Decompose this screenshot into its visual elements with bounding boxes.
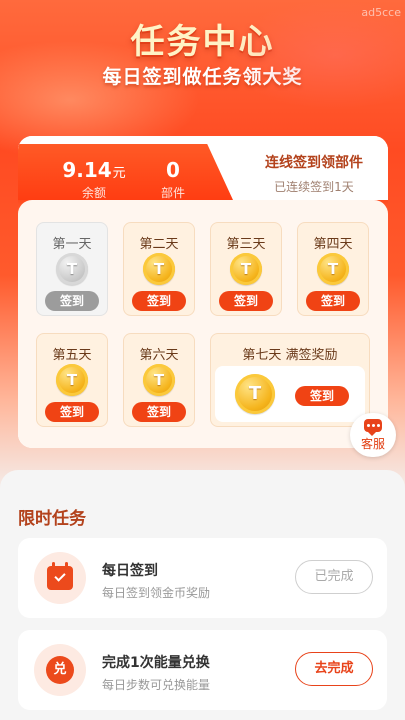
coin-icon: T — [56, 364, 88, 396]
task-desc: 每日签到领金币奖励 — [102, 586, 211, 600]
day-label: 第五天 — [52, 348, 92, 363]
signin-card-header: 9.14元 余额 0 部件 连线签到领部件 已连续签到1天 — [18, 136, 388, 200]
parts-stat: 0 部件 — [148, 158, 198, 200]
day-card-7: 第七天 满签奖励 T 签到 — [210, 333, 370, 427]
signin-button-day-1[interactable]: 签到 — [45, 291, 99, 311]
task-name: 完成1次能量兑换 — [102, 655, 210, 671]
day-card-4: 第四天 T 签到 — [297, 222, 369, 316]
exchange-icon-glyph: 兑 — [46, 656, 74, 684]
day-card-2: 第二天 T 签到 — [123, 222, 195, 316]
page-subtitle: 每日签到做任务领大奖 — [102, 66, 303, 88]
streak-tab[interactable]: 连线签到领部件 已连续签到1天 — [246, 152, 382, 195]
balance-label: 余额 — [81, 186, 106, 200]
coin-icon: T — [230, 253, 262, 285]
day-card-5: 第五天 T 签到 — [36, 333, 108, 427]
signin-grid: 第一天 T 签到 第二天 T 签到 第三天 T 签到 第四天 T 签到 第五天 — [18, 200, 388, 448]
customer-service-label: 客服 — [360, 437, 385, 451]
day-label: 第四天 — [313, 237, 353, 252]
signin-button-day-5[interactable]: 签到 — [45, 402, 99, 422]
tasks-section-title: 限时任务 — [18, 509, 86, 529]
day-label: 第一天 — [52, 237, 92, 252]
signin-card: 9.14元 余额 0 部件 连线签到领部件 已连续签到1天 第一天 T 签到 第… — [18, 136, 388, 448]
day-label: 第六天 — [139, 348, 179, 363]
balance-unit: 元 — [112, 166, 126, 181]
page-title: 任务中心 — [130, 22, 275, 62]
reward-box: T 签到 — [215, 366, 365, 422]
day-card-3: 第三天 T 签到 — [210, 222, 282, 316]
coin-icon: T — [56, 253, 88, 285]
coin-icon: T — [143, 364, 175, 396]
exchange-icon: 兑 — [34, 644, 86, 696]
parts-value: 0 — [166, 158, 180, 182]
streak-status: 已连续签到1天 — [274, 180, 354, 194]
customer-service-button[interactable]: 客服 — [350, 413, 396, 457]
coin-icon: T — [235, 374, 275, 414]
day-label: 第三天 — [226, 237, 266, 252]
task-completed-button[interactable]: 已完成 — [295, 560, 373, 594]
coin-icon: T — [143, 253, 175, 285]
task-name: 每日签到 — [102, 563, 158, 579]
day-label: 第七天 满签奖励 — [242, 348, 338, 363]
task-row-energy-exchange: 兑 完成1次能量兑换 每日步数可兑换能量 去完成 — [18, 630, 387, 710]
signin-button-day-7[interactable]: 签到 — [295, 386, 349, 406]
balance-value: 9.14 — [62, 158, 112, 182]
chat-bubble-icon — [364, 419, 382, 436]
day-card-1: 第一天 T 签到 — [36, 222, 108, 316]
day-card-6: 第六天 T 签到 — [123, 333, 195, 427]
balance-stat: 9.14元 余额 — [54, 158, 134, 200]
task-row-daily-signin: 每日签到 每日签到领金币奖励 已完成 — [18, 538, 387, 618]
streak-title: 连线签到领部件 — [265, 155, 363, 171]
watermark: ad5cce — [361, 6, 401, 19]
tasks-panel: 限时任务 每日签到 每日签到领金币奖励 已完成 兑 完成1次能量兑换 每日步数可… — [0, 470, 405, 720]
day-label: 第二天 — [139, 237, 179, 252]
signin-button-day-6[interactable]: 签到 — [132, 402, 186, 422]
signin-button-day-3[interactable]: 签到 — [219, 291, 273, 311]
task-desc: 每日步数可兑换能量 — [102, 678, 211, 692]
signin-button-day-4[interactable]: 签到 — [306, 291, 360, 311]
coin-icon: T — [317, 253, 349, 285]
task-go-button[interactable]: 去完成 — [295, 652, 373, 686]
calendar-check-icon — [34, 552, 86, 604]
parts-label: 部件 — [160, 186, 185, 200]
signin-button-day-2[interactable]: 签到 — [132, 291, 186, 311]
stats-tab: 9.14元 余额 0 部件 — [18, 144, 233, 200]
